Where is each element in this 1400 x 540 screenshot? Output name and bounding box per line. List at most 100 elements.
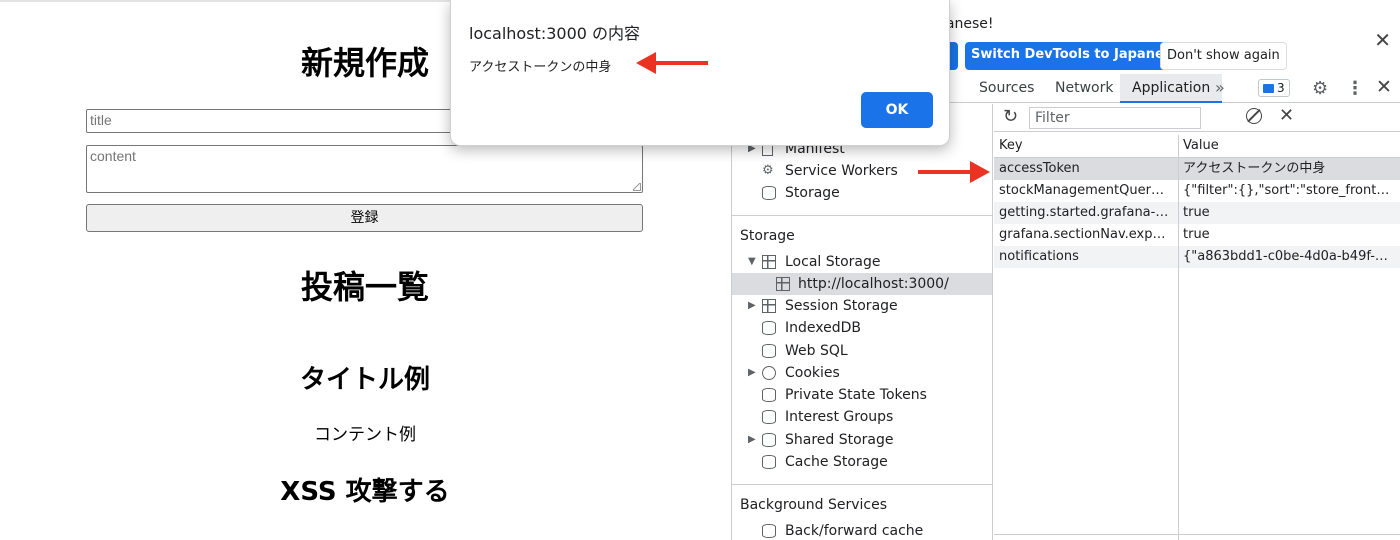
- sidebar-item-label: Cache Storage: [785, 454, 888, 470]
- sidebar-item-label: Cookies: [785, 365, 840, 381]
- divider: [732, 215, 992, 216]
- section-heading-background-services: Background Services: [740, 497, 888, 513]
- more-options-icon[interactable]: ⋮: [1346, 78, 1364, 99]
- sidebar-item-localhost-origin[interactable]: http://localhost:3000/: [732, 273, 992, 295]
- annotation-arrow-left-icon: [636, 52, 708, 74]
- alert-title: localhost:3000 の内容: [469, 24, 641, 43]
- refresh-icon[interactable]: ↻: [1003, 106, 1018, 127]
- database-icon: [762, 410, 776, 424]
- section-heading-storage: Storage: [740, 228, 795, 244]
- sidebar-item-back-forward-cache[interactable]: Back/forward cache: [732, 520, 992, 540]
- table-row[interactable]: notifications {"a863bdd1-c0be-4d0a-b49f-…: [994, 246, 1400, 268]
- sidebar-item-interest-groups[interactable]: Interest Groups: [732, 406, 992, 428]
- gears-icon: ⚙: [762, 163, 774, 178]
- sidebar-item-storage-overview[interactable]: Storage: [732, 182, 992, 204]
- table-row[interactable]: getting.started.grafana-fun... true: [994, 202, 1400, 224]
- sidebar-item-cache-storage[interactable]: Cache Storage: [732, 451, 992, 473]
- post-content: コンテント例: [314, 425, 416, 445]
- sidebar-item-label: Private State Tokens: [785, 387, 927, 403]
- expand-arrow-icon[interactable]: ▶: [748, 362, 756, 384]
- dont-show-again-button[interactable]: Don't show again: [1160, 42, 1287, 70]
- sidebar-item-label: IndexedDB: [785, 320, 861, 336]
- close-devtools-icon[interactable]: ✕: [1376, 76, 1392, 98]
- sidebar-item-label: Local Storage: [785, 254, 881, 270]
- alert-dialog: localhost:3000 の内容 アクセストークンの中身 OK: [450, 0, 950, 146]
- divider: [732, 484, 992, 485]
- post-list-heading: 投稿一覧: [300, 268, 429, 306]
- sidebar-item-label: http://localhost:3000/: [798, 276, 949, 292]
- expand-arrow-icon[interactable]: ▶: [748, 429, 756, 451]
- post-title: XSS 攻撃する: [280, 477, 450, 507]
- database-icon: [762, 455, 776, 469]
- clear-all-icon[interactable]: [1246, 108, 1262, 124]
- row-value: {"a863bdd1-c0be-4d0a-b49f-7...: [1183, 249, 1393, 264]
- column-header-key[interactable]: Key: [999, 135, 1171, 157]
- sidebar-item-label: Service Workers: [785, 163, 898, 179]
- issues-icon: [1263, 84, 1274, 93]
- table-icon: [762, 255, 776, 269]
- resize-grip-icon[interactable]: [633, 183, 641, 191]
- sidebar-item-label: Shared Storage: [785, 432, 894, 448]
- table-header: Key Value: [994, 135, 1400, 158]
- row-key: accessToken: [999, 161, 1080, 176]
- issues-badge[interactable]: 3: [1258, 79, 1290, 97]
- tab-network[interactable]: Network: [1055, 80, 1113, 96]
- content-textarea[interactable]: content: [86, 145, 643, 193]
- database-icon: [762, 388, 776, 402]
- tab-sources[interactable]: Sources: [979, 80, 1034, 96]
- sidebar-item-indexeddb[interactable]: IndexedDB: [732, 317, 992, 339]
- delete-selected-icon[interactable]: ✕: [1279, 105, 1294, 126]
- cookie-icon: [762, 366, 776, 380]
- table-row[interactable]: grafana.sectionNav.expan... true: [994, 224, 1400, 246]
- sidebar-item-label: Session Storage: [785, 298, 898, 314]
- close-icon[interactable]: ✕: [1374, 28, 1391, 52]
- row-value: アクセストークンの中身: [1183, 161, 1326, 176]
- divider: [994, 534, 1400, 535]
- row-value: true: [1183, 227, 1210, 242]
- database-icon: [762, 321, 776, 335]
- annotation-arrow-right-icon: [918, 161, 990, 183]
- row-key: getting.started.grafana-fun...: [999, 205, 1171, 220]
- submit-button[interactable]: 登録: [86, 204, 643, 232]
- storage-toolbar: ↻ Filter ✕: [994, 104, 1400, 132]
- storage-view: ↻ Filter ✕ Key Value accessToken アクセストーク…: [994, 104, 1400, 540]
- database-icon: [762, 433, 776, 447]
- sidebar-item-shared-storage[interactable]: ▶ Shared Storage: [732, 429, 992, 451]
- column-header-value[interactable]: Value: [1183, 135, 1393, 157]
- post-title: タイトル例: [299, 365, 430, 395]
- sidebar-item-label: Back/forward cache: [785, 523, 924, 539]
- sidebar-item-label: Storage: [785, 185, 840, 201]
- table-icon: [762, 299, 776, 313]
- sidebar-item-private-state-tokens[interactable]: Private State Tokens: [732, 384, 992, 406]
- table-row[interactable]: accessToken アクセストークンの中身: [994, 158, 1400, 180]
- column-divider[interactable]: [1178, 135, 1179, 540]
- row-key: notifications: [999, 249, 1079, 264]
- sidebar-item-label: Interest Groups: [785, 409, 894, 425]
- sidebar-item-session-storage[interactable]: ▶ Session Storage: [732, 295, 992, 317]
- database-icon: [762, 344, 776, 358]
- row-key: grafana.sectionNav.expan...: [999, 227, 1171, 242]
- row-value: {"filter":{},"sort":"store_front_st...: [1183, 183, 1393, 198]
- table-row[interactable]: stockManagementQueryP... {"filter":{},"s…: [994, 180, 1400, 202]
- content-placeholder: content: [90, 148, 136, 164]
- database-icon: [762, 186, 776, 200]
- table-icon: [776, 277, 790, 291]
- row-key: stockManagementQueryP...: [999, 183, 1171, 198]
- tab-application[interactable]: Application: [1120, 74, 1223, 103]
- ok-button[interactable]: OK: [861, 92, 933, 128]
- sidebar-item-label: Web SQL: [785, 343, 848, 359]
- issues-count: 3: [1277, 81, 1285, 95]
- database-icon: [762, 524, 776, 538]
- filter-input[interactable]: Filter: [1029, 107, 1201, 129]
- storage-table: Key Value accessToken アクセストークンの中身 stockM…: [994, 135, 1400, 268]
- sidebar-item-cookies[interactable]: ▶ Cookies: [732, 362, 992, 384]
- alert-message: アクセストークンの中身: [469, 60, 612, 75]
- gear-icon[interactable]: ⚙: [1312, 78, 1328, 99]
- expand-arrow-icon[interactable]: ▼: [748, 251, 756, 273]
- sidebar-item-web-sql[interactable]: Web SQL: [732, 340, 992, 362]
- row-value: true: [1183, 205, 1210, 220]
- sidebar-item-local-storage[interactable]: ▼ Local Storage: [732, 251, 992, 273]
- switch-language-button[interactable]: Switch DevTools to Japanese: [965, 42, 1187, 70]
- more-tabs-icon[interactable]: »: [1215, 78, 1225, 97]
- expand-arrow-icon[interactable]: ▶: [748, 295, 756, 317]
